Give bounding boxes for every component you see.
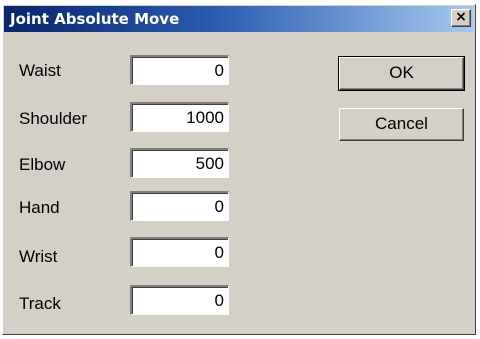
waist-input[interactable]: 0 (130, 55, 229, 85)
elbow-label: Elbow (19, 155, 66, 174)
close-button[interactable]: × (451, 9, 471, 27)
wrist-input[interactable]: 0 (130, 237, 229, 267)
elbow-input[interactable]: 500 (130, 148, 229, 178)
ok-button[interactable]: OK (338, 56, 465, 91)
hand-label: Hand (19, 198, 60, 217)
shoulder-input[interactable]: 1000 (130, 102, 229, 132)
cancel-button[interactable]: Cancel (339, 108, 464, 141)
track-input[interactable]: 0 (130, 285, 229, 315)
hand-input[interactable]: 0 (130, 191, 229, 221)
track-label: Track (19, 294, 61, 313)
shoulder-label: Shoulder (19, 109, 88, 128)
dialog-title: Joint Absolute Move (10, 10, 180, 28)
waist-label: Waist (19, 61, 61, 80)
close-icon: × (455, 9, 467, 25)
joint-absolute-move-dialog: Joint Absolute Move × Waist 0 Shoulder 1… (2, 4, 476, 335)
wrist-label: Wrist (19, 247, 58, 266)
title-bar[interactable]: Joint Absolute Move × (4, 6, 474, 32)
